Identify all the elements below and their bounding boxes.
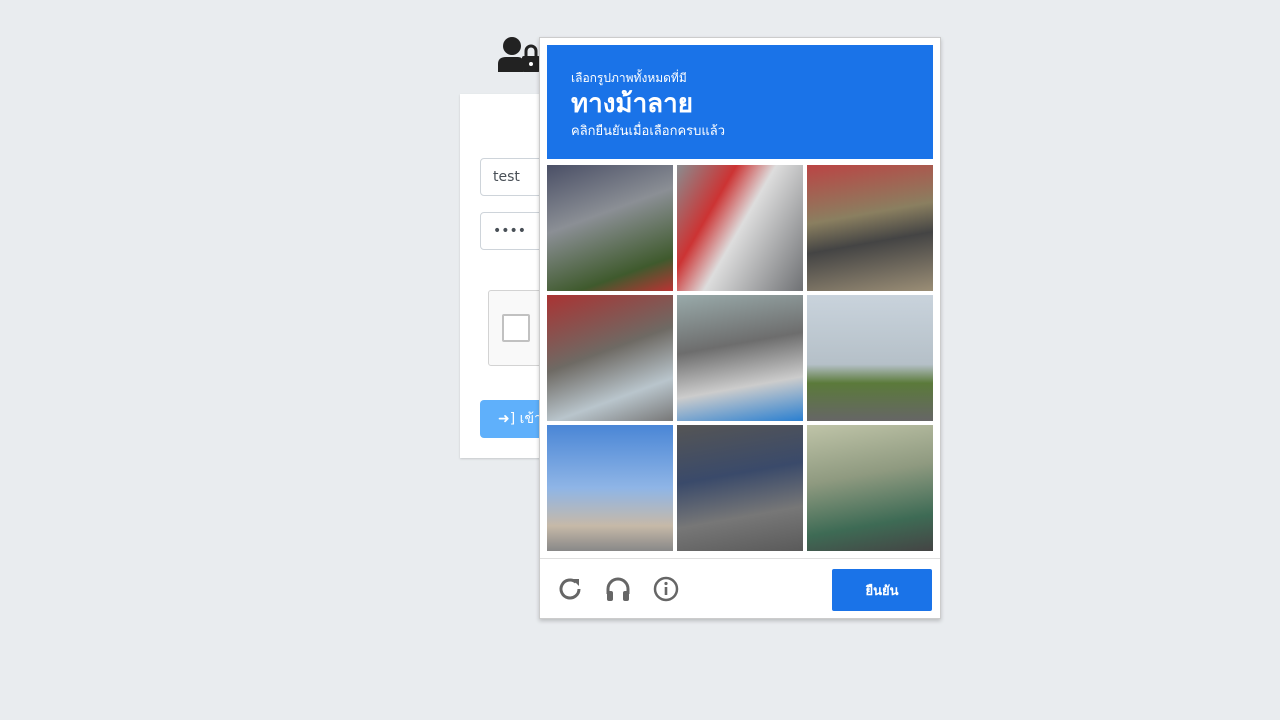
captcha-hint: คลิกยืนยันเมื่อเลือกครบแล้ว [571,124,726,139]
captcha-tile[interactable] [547,425,673,551]
captcha-tile[interactable] [807,425,933,551]
captcha-header: เลือกรูปภาพทั้งหมดที่มี ทางม้าลาย คลิกยื… [547,45,933,159]
recaptcha-checkbox[interactable] [502,314,530,342]
captcha-tile[interactable] [547,165,673,291]
sign-in-icon: ➜] [498,411,516,427]
info-icon[interactable] [653,576,679,602]
user-lock-icon [498,37,540,72]
captcha-instruction: เลือกรูปภาพทั้งหมดที่มี [571,71,687,85]
captcha-tile[interactable] [677,425,803,551]
captcha-tile[interactable] [677,295,803,421]
reload-icon[interactable] [557,576,583,602]
captcha-target: ทางม้าลาย [571,89,693,119]
verify-button[interactable]: ยืนยัน [832,569,932,611]
headphones-icon[interactable] [605,576,631,602]
captcha-tile[interactable] [807,165,933,291]
captcha-tile[interactable] [547,295,673,421]
captcha-challenge: เลือกรูปภาพทั้งหมดที่มี ทางม้าลาย คลิกยื… [539,37,941,619]
captcha-footer: ยืนยัน [540,558,940,618]
captcha-image-grid [547,165,933,551]
captcha-tile[interactable] [677,165,803,291]
captcha-tile[interactable] [807,295,933,421]
